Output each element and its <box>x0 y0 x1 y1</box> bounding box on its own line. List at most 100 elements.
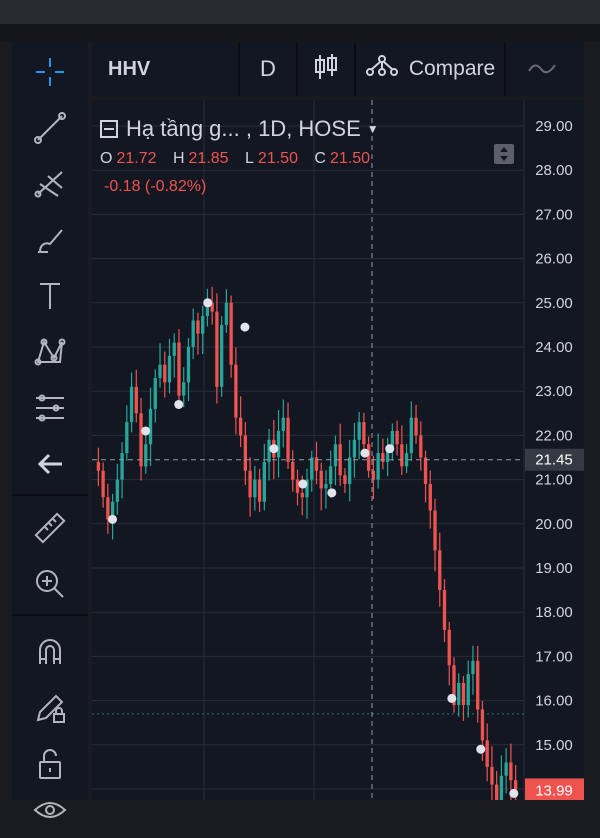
candle-body <box>362 422 366 445</box>
candle-body <box>423 457 428 485</box>
fib-icon[interactable] <box>12 380 88 436</box>
candle-body <box>414 417 418 436</box>
candle-body <box>238 417 243 436</box>
signal-marker <box>240 322 250 332</box>
symbol-label: HHV <box>108 57 151 80</box>
candle-body <box>125 422 129 454</box>
price-tick-label: 17.00 <box>535 648 573 665</box>
price-tick-label: 28.00 <box>535 162 573 179</box>
candle-body <box>286 417 290 462</box>
collapse-legend-icon[interactable] <box>100 120 118 138</box>
candle-body <box>234 364 238 418</box>
candle-body <box>357 422 361 440</box>
price-tick-label: 29.00 <box>535 118 573 135</box>
expand-collapse-icon[interactable] <box>494 144 514 164</box>
low-label: L <box>245 150 254 167</box>
candle-body <box>300 492 304 498</box>
signal-marker <box>141 426 151 436</box>
candle-body <box>438 550 442 591</box>
price-tick-label: 24.00 <box>535 339 573 356</box>
back-arrow-icon[interactable] <box>12 436 88 492</box>
candle-body <box>442 590 447 630</box>
chart-area[interactable]: 29.00 28.00 27.00 26.00 25.00 24.00 23.00 22.00… <box>92 100 584 800</box>
candle-body <box>134 386 138 414</box>
drawing-toolbar <box>12 42 88 818</box>
price-tick-label: 25.00 <box>535 295 573 312</box>
caret-down-icon[interactable]: ▼ <box>367 122 379 136</box>
candle-body <box>461 682 466 706</box>
signal-marker <box>385 444 395 454</box>
candle-body <box>376 453 380 480</box>
eye-icon[interactable] <box>12 782 88 838</box>
ohlc-row: O 21.72 H 21.85 L 21.50 C 21.50 <box>100 150 382 168</box>
trend-line-icon[interactable] <box>12 100 88 156</box>
zoom-in-icon[interactable] <box>12 556 88 612</box>
signal-marker <box>108 514 118 524</box>
candle-body <box>229 302 233 365</box>
candle-body <box>253 479 257 498</box>
candle-body <box>433 510 437 551</box>
candle-body <box>139 413 143 467</box>
candle-body <box>513 780 518 790</box>
candle-body <box>262 461 266 502</box>
candle-body <box>248 470 252 498</box>
high-value: 21.85 <box>188 150 229 167</box>
candle-body <box>101 470 105 498</box>
top-bar <box>0 24 600 42</box>
signal-marker <box>269 444 279 454</box>
current-price-label: 13.99 <box>535 782 573 799</box>
price-tick-label: 22.00 <box>535 427 573 444</box>
signal-marker <box>360 448 370 458</box>
candle-body <box>295 479 300 493</box>
pitchfork-icon[interactable] <box>12 156 88 212</box>
candle-body <box>96 461 101 471</box>
magnet-icon[interactable] <box>12 624 88 680</box>
candles-icon <box>313 52 339 87</box>
price-tick-label: 23.00 <box>535 383 573 400</box>
candle-body <box>196 320 200 334</box>
candle-body <box>120 453 124 480</box>
open-value: 21.72 <box>116 150 157 167</box>
candle-body <box>167 355 172 383</box>
candle-body <box>219 324 224 387</box>
pattern-icon[interactable] <box>12 324 88 380</box>
candle-body <box>172 342 176 356</box>
toolbar-separator <box>12 614 88 616</box>
text-icon[interactable] <box>12 268 88 324</box>
candle-body <box>457 682 461 706</box>
candle-body <box>319 470 323 489</box>
candle-body <box>471 660 475 675</box>
price-chart[interactable]: 29.00 28.00 27.00 26.00 25.00 24.00 23.00 22.00… <box>92 100 584 800</box>
crosshair-icon[interactable] <box>12 44 88 100</box>
toolbar-separator <box>12 494 88 496</box>
pencil-lock-icon[interactable] <box>12 680 88 736</box>
candle-body <box>366 444 371 471</box>
chart-type-button[interactable] <box>298 42 356 96</box>
compare-label: Compare <box>408 57 496 80</box>
candle-body <box>310 457 314 480</box>
candle-body <box>324 484 328 489</box>
signal-marker <box>327 488 337 498</box>
candle-body <box>291 461 295 480</box>
candle-body <box>201 316 205 334</box>
compare-button[interactable]: Compare <box>356 42 506 96</box>
candle-body <box>106 497 110 520</box>
candle-body <box>343 475 347 485</box>
candle-body <box>495 784 499 800</box>
symbol-button[interactable]: HHV <box>92 42 240 96</box>
candle-body <box>447 629 451 666</box>
candle-body <box>428 484 432 511</box>
price-tick-label: 26.00 <box>535 251 573 268</box>
candle-body <box>224 302 229 325</box>
price-tick-label: 18.00 <box>535 604 573 621</box>
candle-body <box>419 435 423 458</box>
candle-body <box>333 444 338 467</box>
chart-header: HHV D Compare <box>92 42 584 96</box>
brush-icon[interactable] <box>12 212 88 268</box>
indicators-button[interactable] <box>506 42 578 96</box>
ruler-icon[interactable] <box>12 500 88 556</box>
interval-button[interactable]: D <box>240 42 298 96</box>
legend-title-row[interactable]: Hạ tầng g... , 1D, HOSE ▼ <box>100 116 382 142</box>
status-bar <box>0 0 600 24</box>
signal-marker <box>509 788 519 798</box>
